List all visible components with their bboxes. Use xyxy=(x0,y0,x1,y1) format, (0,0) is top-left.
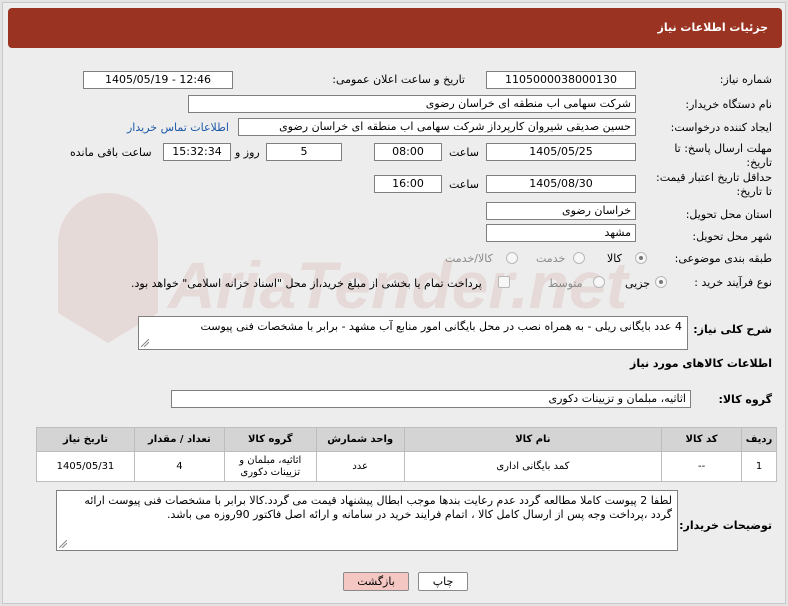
goods-group-label: گروه کالا: xyxy=(718,393,772,406)
col-item-code: کد کالا xyxy=(661,427,743,452)
remaining-days-label: روز و xyxy=(235,146,260,159)
delivery-province-label: استان محل تحویل: xyxy=(685,208,772,221)
category-radio-goods[interactable] xyxy=(635,252,647,264)
cell-item-group: اثاثیه، مبلمان و تزیینات دکوری xyxy=(223,451,317,482)
back-button[interactable]: بازگشت xyxy=(343,572,409,591)
price-validity-time: 16:00 xyxy=(374,175,442,193)
reply-deadline-date: 1405/05/25 xyxy=(486,143,636,161)
price-validity-time-label: ساعت xyxy=(449,178,479,191)
col-row-number: ردیف xyxy=(741,427,777,452)
window-title: جزئیات اطلاعات نیاز xyxy=(8,8,782,48)
buyer-org-field: شرکت سهامی اب منطقه ای خراسان رضوی xyxy=(188,95,636,113)
requester-field: حسین صدیقی شیروان کارپرداز شرکت سهامی اب… xyxy=(238,118,636,136)
goods-table-header: ردیف کد کالا نام کالا واحد شمارش گروه کا… xyxy=(36,427,777,452)
buyer-contact-link[interactable]: اطلاعات تماس خریدار xyxy=(127,121,229,134)
cell-item-name: کمد بایگانی اداری xyxy=(403,451,663,482)
goods-table: ردیف کد کالا نام کالا واحد شمارش گروه کا… xyxy=(36,427,777,482)
price-validity-label-line2: تا تاریخ: xyxy=(736,185,772,198)
col-need-date: تاریخ نیاز xyxy=(36,427,135,452)
price-validity-date: 1405/08/30 xyxy=(486,175,636,193)
cell-unit: عدد xyxy=(315,451,405,482)
requester-label: ایجاد کننده درخواست: xyxy=(670,121,772,134)
announce-datetime-field: 1405/05/19 - 12:46 xyxy=(83,71,233,89)
delivery-city-label: شهر محل تحویل: xyxy=(692,230,772,243)
buyer-notes-box[interactable]: لطفا 2 پیوست کاملا مطالعه گردد عدم رعایت… xyxy=(56,490,678,551)
page-frame: AriaTender.net جزئیات اطلاعات نیاز شماره… xyxy=(2,2,786,604)
price-validity-label-line1: حداقل تاریخ اعتبار قیمت: xyxy=(656,171,772,184)
category-radio-service[interactable] xyxy=(573,252,585,264)
islamic-treasury-note: پرداخت تمام یا بخشی از مبلغ خرید،از محل … xyxy=(131,277,482,290)
process-option-minor: جزیی xyxy=(625,277,651,290)
category-option-service: خدمت xyxy=(536,252,566,265)
process-radio-medium[interactable] xyxy=(593,276,605,288)
col-item-name: نام کالا xyxy=(403,427,663,452)
remaining-time-label: ساعت باقی مانده xyxy=(70,146,152,159)
need-number-field: 1105000038000130 xyxy=(486,71,636,89)
reply-deadline-time-label: ساعت xyxy=(449,146,479,159)
col-quantity: تعداد / مقدار xyxy=(133,427,225,452)
resize-grip-icon[interactable] xyxy=(141,339,149,347)
general-description-box[interactable]: 4 عدد بایگانی ریلی - به همراه نصب در محل… xyxy=(138,316,688,350)
category-radio-goods-service[interactable] xyxy=(506,252,518,264)
col-unit: واحد شمارش xyxy=(315,427,405,452)
buyer-notes-label: توضیحات خریدار: xyxy=(679,519,772,532)
cell-need-date: 1405/05/31 xyxy=(36,451,135,482)
reply-deadline-label-line2: تاریخ: xyxy=(746,156,772,169)
category-option-goods-service: کالا/خدمت xyxy=(445,252,493,265)
cell-item-code: -- xyxy=(661,451,743,482)
resize-grip-icon[interactable] xyxy=(59,540,67,548)
remaining-time: 15:32:34 xyxy=(163,143,231,161)
buyer-org-label: نام دستگاه خریدار: xyxy=(685,98,772,111)
goods-section-title: اطلاعات کالاهای مورد نیاز xyxy=(630,357,772,370)
category-label: طبقه بندی موضوعی: xyxy=(674,252,772,265)
general-description-label: شرح کلی نیاز: xyxy=(693,323,772,336)
process-radio-minor[interactable] xyxy=(655,276,667,288)
announce-datetime-label: تاریخ و ساعت اعلان عمومی: xyxy=(332,73,465,86)
col-item-group: گروه کالا xyxy=(223,427,317,452)
delivery-province-field: خراسان رضوی xyxy=(486,202,636,220)
remaining-days: 5 xyxy=(266,143,342,161)
islamic-treasury-checkbox[interactable] xyxy=(498,276,510,288)
cell-row-number: 1 xyxy=(741,451,777,482)
delivery-city-field: مشهد xyxy=(486,224,636,242)
process-option-medium: متوسط xyxy=(548,277,583,290)
general-description-text: 4 عدد بایگانی ریلی - به همراه نصب در محل… xyxy=(200,320,683,333)
process-type-label: نوع فرآیند خرید : xyxy=(694,276,772,289)
cell-quantity: 4 xyxy=(133,451,225,482)
reply-deadline-time: 08:00 xyxy=(374,143,442,161)
print-button[interactable]: چاپ xyxy=(418,572,468,591)
table-row: 1 -- کمد بایگانی اداری عدد اثاثیه، مبلما… xyxy=(36,451,777,482)
category-option-goods: کالا xyxy=(607,252,622,265)
goods-group-field: اثاثیه، مبلمان و تزیینات دکوری xyxy=(171,390,691,408)
buyer-notes-text: لطفا 2 پیوست کاملا مطالعه گردد عدم رعایت… xyxy=(84,494,672,521)
need-number-label: شماره نیاز: xyxy=(719,73,772,86)
reply-deadline-label-line1: مهلت ارسال پاسخ: تا xyxy=(674,142,772,155)
